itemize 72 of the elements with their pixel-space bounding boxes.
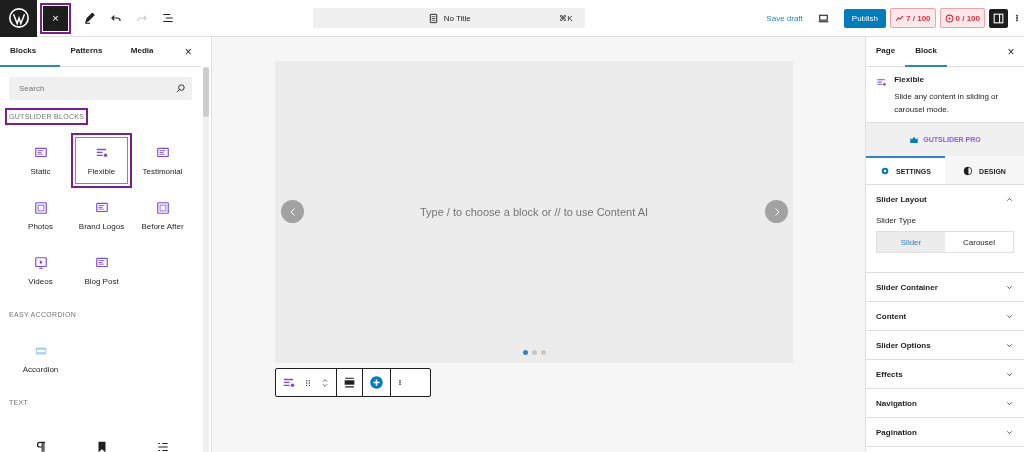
search-icon [175,83,187,94]
publish-button[interactable]: Publish [843,8,887,28]
keyboard-shortcut: ⌘K [559,13,573,23]
panel-header[interactable]: Effects [866,360,1024,388]
panel-header[interactable]: Navigation [866,389,1024,417]
save-draft-button[interactable]: Save draft [766,13,803,23]
block-item[interactable]: Blog Post [71,243,132,298]
pagination-dot[interactable] [540,350,546,355]
segment-option[interactable]: Slider [877,232,945,252]
block-icon [155,145,170,160]
block-icon [33,145,48,160]
slider-block[interactable]: Type / to choose a block or // to use Content AI [275,61,793,363]
block-label: Static [30,166,51,176]
block-item[interactable]: Accordion [10,331,71,386]
panel-header[interactable]: Content [866,302,1024,330]
panel-header[interactable]: Slider Layout [866,185,1024,213]
video-icon [33,255,48,270]
block-item[interactable]: Flexible [71,133,132,188]
block-label: Accordion [22,364,59,374]
sidebar-tab[interactable]: Page [866,36,906,67]
block-label: Blog Post [84,276,119,286]
block-item[interactable]: Brand Logos [71,188,132,243]
close-button[interactable]: × [1004,44,1018,59]
block-item[interactable]: Static [10,133,71,188]
add-icon[interactable] [369,375,384,390]
block-placeholder: Type / to choose a block or // to use Content AI [419,206,649,218]
contrast-icon [963,166,974,176]
inserter-tab[interactable]: Patterns [60,37,121,67]
block-title: Flexible [894,75,925,84]
pencil-icon[interactable] [83,11,97,25]
crown-icon [909,134,920,145]
block-icon [94,255,109,270]
wordpress-icon [7,7,30,29]
block-icon [94,200,109,215]
inserter-tab[interactable]: Media [120,37,182,67]
list-view-icon[interactable] [161,11,175,25]
field-label: Slider Type [876,216,917,225]
sidebar-tab[interactable]: Block [905,36,947,67]
pagination-dot[interactable] [522,350,528,355]
wordpress-logo[interactable] [0,0,37,37]
scrollbar-thumb[interactable] [203,67,209,117]
panel-header[interactable]: Slider Options [866,331,1024,359]
block-label: Brand Logos [78,221,125,231]
gauge-icon [944,13,954,23]
block-description: Slide any content in sliding or carousel mode. [894,91,1000,116]
sidebar-toggle-button[interactable] [989,8,1008,28]
block-item[interactable]: Photos [10,188,71,243]
close-button[interactable]: × [40,2,71,34]
block-item[interactable]: Videos [10,243,71,298]
block-label: Photos [28,221,53,231]
block-label: Before After [141,221,184,231]
align-icon[interactable] [343,376,356,389]
panel-header[interactable]: Pagination [866,418,1024,446]
block-item[interactable]: Testimonial [132,133,193,188]
image-icon [33,200,48,215]
block-label: Videos [28,276,53,286]
score-badge[interactable]: 7 / 100 [890,8,936,28]
chart-icon [895,13,905,23]
document-bar[interactable]: No Title ⌘K [312,8,585,28]
block-label: Flexible [87,166,116,176]
sidebar-icon [992,11,1005,25]
block-item[interactable]: Before After [132,188,193,243]
close-button[interactable]: × [181,44,196,59]
search-field[interactable]: Search [9,77,193,100]
document-title: No Title [443,13,471,23]
pagination-dot[interactable] [531,350,537,355]
panel-header[interactable]: Slider Container [866,273,1024,301]
image-icon [155,200,170,215]
block-label: Testimonial [142,166,183,176]
document-icon [427,12,439,24]
score-badge[interactable]: 0 / 100 [939,8,985,28]
inserter-tab[interactable]: Blocks [0,37,61,67]
